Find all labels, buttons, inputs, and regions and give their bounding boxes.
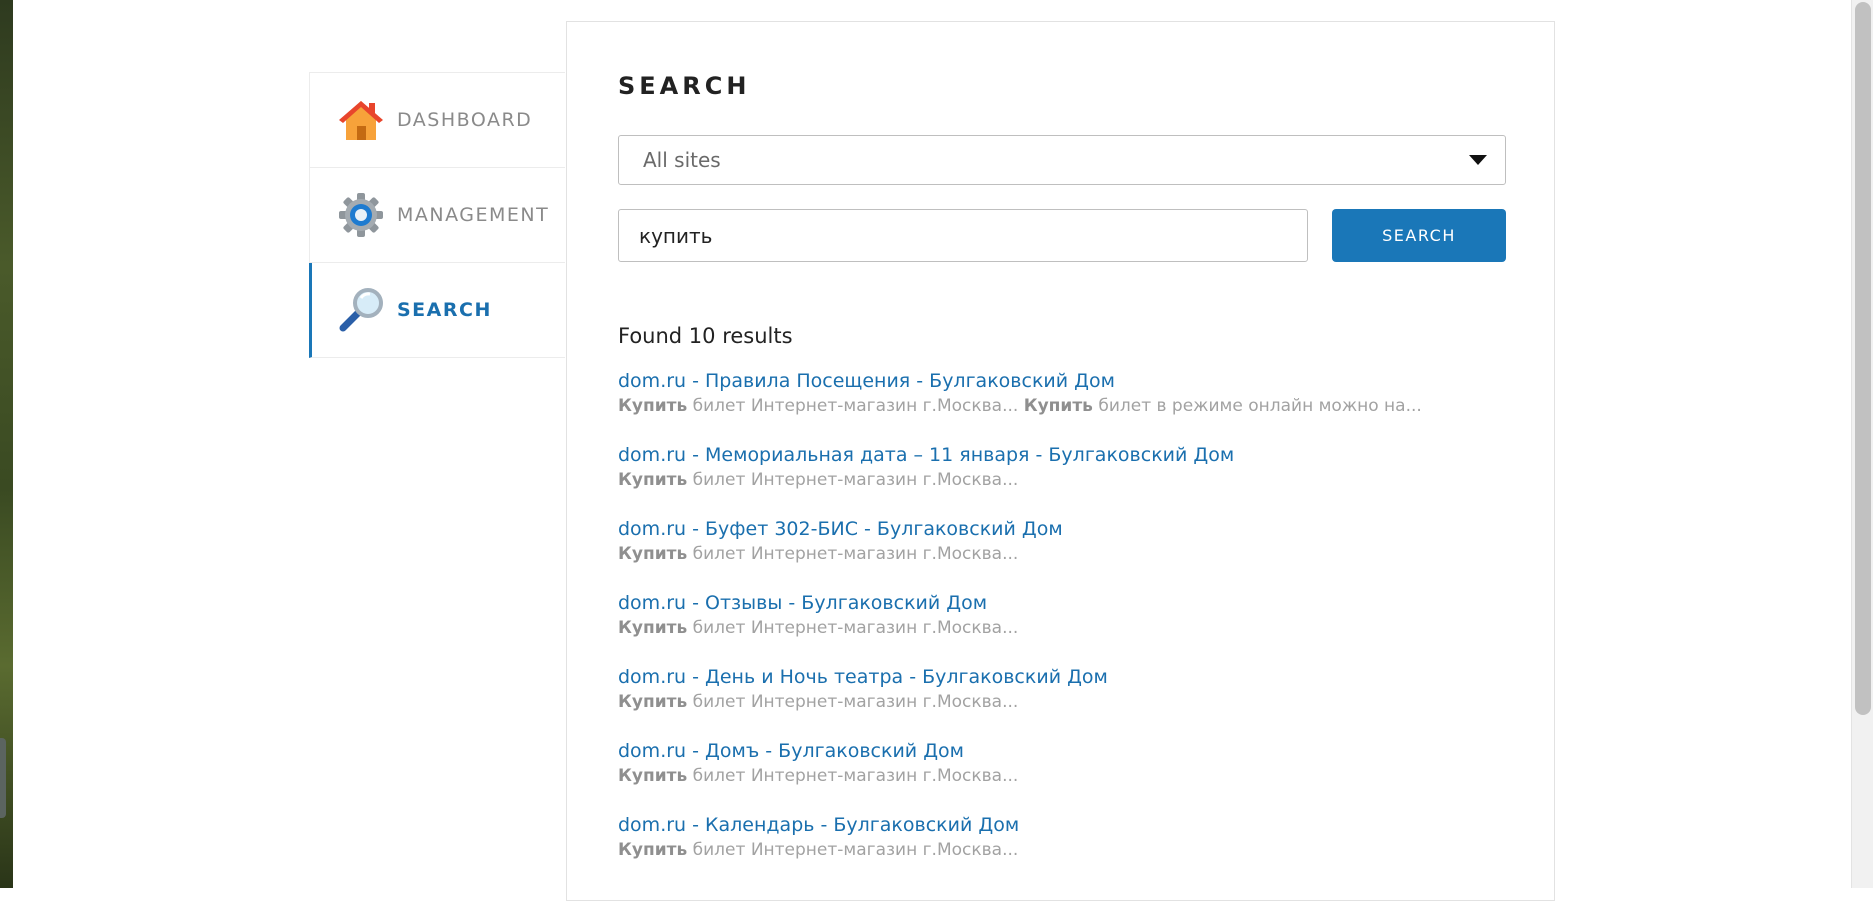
sidebar-item-label: DASHBOARD — [397, 109, 533, 131]
result-link[interactable]: dom.ru - Мемориальная дата – 11 января -… — [618, 443, 1498, 467]
snippet-text: билет Интернет-магазин г.Москва... — [687, 470, 1019, 490]
list-item: dom.ru - Правила Посещения - Булгаковски… — [618, 369, 1498, 443]
magnifier-icon — [337, 286, 385, 334]
snippet-highlight: Купить — [618, 692, 688, 712]
gear-icon — [337, 191, 385, 239]
snippet-highlight: Купить — [1023, 396, 1093, 416]
desktop-background-strip — [0, 0, 13, 888]
list-item: dom.ru - Мемориальная дата – 11 января -… — [618, 443, 1498, 517]
result-snippet: Купить билет Интернет-магазин г.Москва..… — [618, 541, 1498, 567]
result-snippet: Купить билет Интернет-магазин г.Москва..… — [618, 615, 1498, 641]
page-scrollbar[interactable] — [1851, 0, 1873, 888]
snippet-highlight: Купить — [618, 396, 688, 416]
sidebar-item-search[interactable]: SEARCH — [309, 263, 565, 358]
sidebar-item-dashboard[interactable]: DASHBOARD — [309, 73, 565, 168]
snippet-text: билет Интернет-магазин г.Москва... — [687, 840, 1019, 860]
search-input[interactable] — [618, 209, 1308, 262]
list-item: dom.ru - Домъ - Булгаковский Дом Купить … — [618, 739, 1498, 813]
snippet-highlight: Купить — [618, 766, 688, 786]
snippet-text: билет Интернет-магазин г.Москва... — [687, 766, 1019, 786]
list-item: dom.ru - Календарь - Булгаковский Дом Ку… — [618, 813, 1498, 887]
search-button[interactable]: SEARCH — [1332, 209, 1506, 262]
snippet-text: билет Интернет-магазин г.Москва... — [687, 544, 1019, 564]
snippet-text: билет в режиме онлайн можно на... — [1092, 396, 1422, 416]
snippet-text: билет Интернет-магазин г.Москва... — [687, 618, 1019, 638]
list-item: dom.ru - Отзывы - Булгаковский Дом Купит… — [618, 591, 1498, 665]
snippet-text: билет Интернет-магазин г.Москва... — [687, 396, 1024, 416]
sidebar-item-label: MANAGEMENT — [397, 204, 550, 226]
sidebar-item-label: SEARCH — [397, 299, 492, 321]
house-icon — [337, 96, 385, 144]
sidebar-nav: DASHBOARD MANAGEMENT SEARCH — [309, 72, 565, 358]
results-list: dom.ru - Правила Посещения - Булгаковски… — [618, 369, 1498, 887]
scrollbar-thumb[interactable] — [1855, 2, 1871, 715]
site-select-value: All sites — [643, 148, 721, 172]
snippet-text: билет Интернет-магазин г.Москва... — [687, 692, 1019, 712]
page-title: SEARCH — [618, 72, 751, 100]
result-snippet: Купить билет Интернет-магазин г.Москва..… — [618, 837, 1498, 863]
result-link[interactable]: dom.ru - Отзывы - Булгаковский Дом — [618, 591, 1498, 615]
chevron-down-icon — [1469, 155, 1487, 165]
result-snippet: Купить билет Интернет-магазин г.Москва..… — [618, 467, 1498, 493]
snippet-highlight: Купить — [618, 470, 688, 490]
results-count: Found 10 results — [618, 324, 793, 348]
sidebar-item-management[interactable]: MANAGEMENT — [309, 168, 565, 263]
desktop-edge-handle — [0, 738, 6, 818]
result-link[interactable]: dom.ru - Домъ - Булгаковский Дом — [618, 739, 1498, 763]
result-link[interactable]: dom.ru - Правила Посещения - Булгаковски… — [618, 369, 1498, 393]
result-snippet: Купить билет Интернет-магазин г.Москва..… — [618, 689, 1498, 715]
result-link[interactable]: dom.ru - Календарь - Булгаковский Дом — [618, 813, 1498, 837]
result-snippet: Купить билет Интернет-магазин г.Москва..… — [618, 763, 1498, 789]
snippet-highlight: Купить — [618, 544, 688, 564]
search-panel: SEARCH All sites SEARCH Found 10 results… — [566, 21, 1555, 901]
site-select[interactable]: All sites — [618, 135, 1506, 185]
snippet-highlight: Купить — [618, 618, 688, 638]
list-item: dom.ru - Буфет 302-БИС - Булгаковский До… — [618, 517, 1498, 591]
result-link[interactable]: dom.ru - Буфет 302-БИС - Булгаковский До… — [618, 517, 1498, 541]
result-snippet: Купить билет Интернет-магазин г.Москва..… — [618, 393, 1498, 419]
snippet-highlight: Купить — [618, 840, 688, 860]
result-link[interactable]: dom.ru - День и Ночь театра - Булгаковск… — [618, 665, 1498, 689]
list-item: dom.ru - День и Ночь театра - Булгаковск… — [618, 665, 1498, 739]
